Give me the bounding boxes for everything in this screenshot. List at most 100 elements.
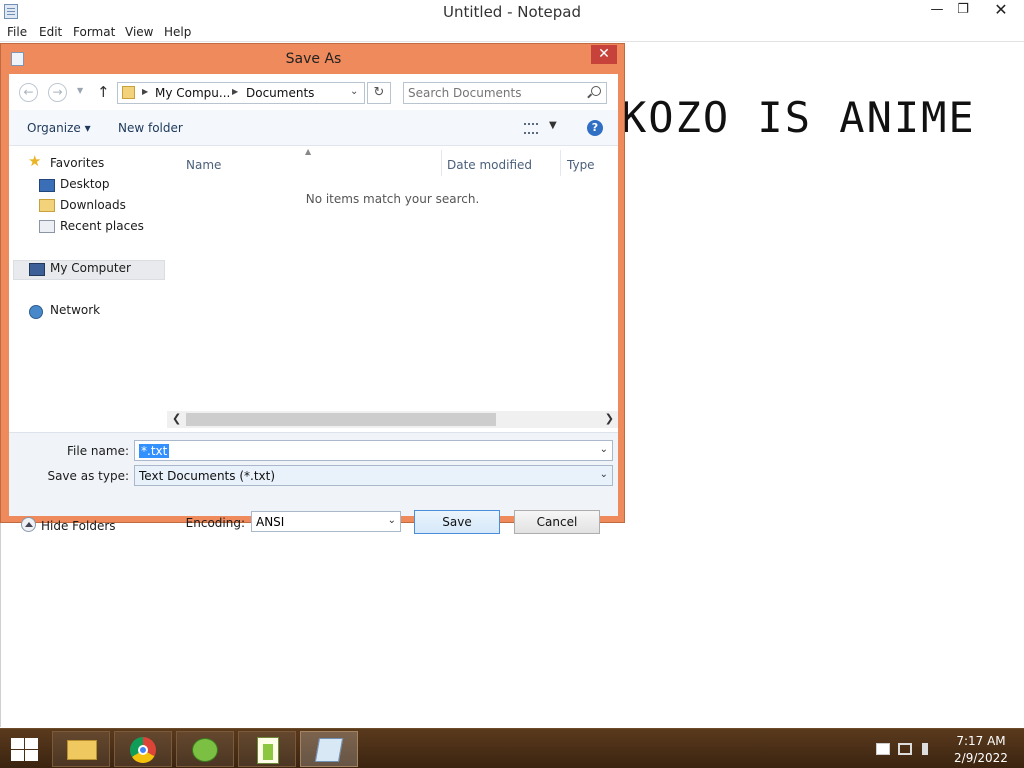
windows-logo-pane [25, 738, 38, 749]
taskbar: 7:17 AM 2/9/2022 [0, 728, 1024, 768]
search-icon[interactable] [591, 86, 601, 96]
forward-button[interactable]: → [48, 83, 67, 102]
hide-folders-button[interactable]: Hide Folders [41, 519, 116, 533]
downloads-folder-icon [39, 199, 55, 212]
nav-downloads[interactable]: Downloads [60, 198, 126, 212]
notepad-icon [314, 738, 344, 762]
menu-view[interactable]: View [125, 25, 153, 39]
save-as-type-value: Text Documents (*.txt) [139, 469, 276, 483]
dialog-title: Save As [285, 51, 342, 67]
volume-muted-icon[interactable] [922, 743, 936, 755]
save-form: File name: *.txt ⌄ Save as type: Text Do… [9, 432, 618, 534]
start-button[interactable] [8, 737, 38, 761]
encoding-value: ANSI [256, 515, 285, 529]
chrome-center-icon [138, 745, 148, 755]
save-as-type-select[interactable]: Text Documents (*.txt) ⌄ [134, 465, 613, 486]
computer-icon [29, 263, 45, 276]
frog-app-icon [192, 738, 218, 762]
scroll-left-icon[interactable]: ❮ [172, 412, 181, 425]
notepad-title-bar: Untitled - Notepad — ❐ ✕ [0, 0, 1024, 23]
horizontal-scrollbar[interactable]: ❮ ❯ [167, 411, 618, 428]
encoding-select[interactable]: ANSI ⌄ [251, 511, 401, 532]
editor-text: KOZO IS ANIME [621, 93, 976, 142]
file-list[interactable]: ▲ Name Date modified Type No items match… [167, 146, 618, 384]
taskbar-frog-app[interactable] [176, 731, 234, 767]
file-name-label: File name: [67, 444, 129, 458]
file-name-field[interactable]: *.txt ⌄ [134, 440, 613, 461]
desktop-icon [39, 179, 55, 192]
nav-recent-places[interactable]: Recent places [60, 219, 144, 233]
menu-bar: File Edit Format View Help [0, 23, 1024, 42]
action-center-flag-icon[interactable] [876, 743, 890, 755]
chevron-down-icon[interactable]: ⌄ [600, 469, 608, 480]
menu-file[interactable]: File [7, 25, 27, 39]
scroll-right-icon[interactable]: ❯ [605, 412, 614, 425]
up-button[interactable]: ↑ [97, 83, 110, 101]
menu-edit[interactable]: Edit [39, 25, 62, 39]
menu-format[interactable]: Format [73, 25, 115, 39]
clock-time[interactable]: 7:17 AM [948, 734, 1014, 748]
close-button[interactable]: ✕ [986, 0, 1016, 22]
scrollbar-thumb[interactable] [186, 413, 496, 426]
save-button[interactable]: Save [414, 510, 500, 534]
restore-button[interactable]: ❐ [948, 0, 978, 22]
navigation-pane: ★ Favorites Desktop Downloads Recent pla… [9, 146, 167, 432]
nav-favorites[interactable]: Favorites [50, 156, 104, 170]
view-dropdown-icon[interactable]: ▼ [549, 120, 557, 131]
taskbar-notepad[interactable] [300, 731, 358, 767]
organize-label: Organize [27, 121, 81, 135]
chevron-down-icon[interactable]: ⌄ [388, 515, 396, 526]
breadcrumb-my-computer[interactable]: My Compu... [155, 86, 230, 100]
refresh-button[interactable]: ↻ [367, 82, 391, 104]
dialog-body: ← → ▼ ↑ ▶ My Compu... ▶ Documents ⌄ ↻ Or… [9, 74, 618, 534]
window-title: Untitled - Notepad [442, 3, 582, 21]
view-options-icon[interactable] [524, 123, 538, 134]
new-folder-button[interactable]: New folder [118, 121, 183, 135]
clock-date[interactable]: 2/9/2022 [948, 751, 1014, 765]
nav-my-computer[interactable]: My Computer [50, 261, 131, 275]
network-tray-icon[interactable] [898, 743, 912, 755]
file-name-value[interactable]: *.txt [139, 444, 170, 458]
hide-folders-icon[interactable] [21, 517, 36, 532]
search-input[interactable] [408, 86, 578, 100]
nav-network[interactable]: Network [50, 303, 100, 317]
recent-locations-dropdown[interactable]: ▼ [77, 86, 83, 95]
save-as-type-label: Save as type: [47, 469, 129, 483]
address-bar[interactable]: ▶ My Compu... ▶ Documents ⌄ [117, 82, 365, 104]
notepad-plus-plus-accent-icon [263, 744, 273, 760]
file-explorer-icon [67, 740, 97, 760]
chevron-down-icon[interactable]: ⌄ [350, 86, 358, 97]
favorites-star-icon: ★ [28, 152, 42, 170]
folder-icon [122, 86, 135, 99]
sort-ascending-icon: ▲ [305, 147, 312, 156]
cancel-button[interactable]: Cancel [514, 510, 600, 534]
column-divider[interactable] [441, 150, 442, 176]
nav-desktop[interactable]: Desktop [60, 177, 110, 191]
taskbar-notepad-plus-plus[interactable] [238, 731, 296, 767]
column-date-modified[interactable]: Date modified [447, 158, 532, 172]
toolbar: Organize ▾ New folder ▼ ? [9, 110, 618, 146]
windows-logo-pane [11, 750, 24, 761]
taskbar-chrome[interactable] [114, 731, 172, 767]
search-box[interactable] [403, 82, 607, 104]
windows-logo-pane [25, 750, 38, 761]
windows-logo-pane [11, 738, 24, 749]
column-name[interactable]: Name [186, 158, 221, 172]
taskbar-file-explorer[interactable] [52, 731, 110, 767]
address-row: ← → ▼ ↑ ▶ My Compu... ▶ Documents ⌄ ↻ [9, 74, 618, 110]
organize-button[interactable]: Organize ▾ [27, 121, 91, 135]
menu-help[interactable]: Help [164, 25, 191, 39]
recent-places-icon [39, 220, 55, 233]
empty-message: No items match your search. [305, 192, 480, 206]
network-icon [29, 305, 43, 319]
column-divider[interactable] [560, 150, 561, 176]
breadcrumb-separator-icon[interactable]: ▶ [232, 87, 238, 96]
dialog-close-button[interactable]: ✕ [591, 45, 617, 64]
breadcrumb-separator-icon[interactable]: ▶ [142, 87, 148, 96]
chevron-down-icon[interactable]: ⌄ [600, 444, 608, 455]
column-type[interactable]: Type [567, 158, 595, 172]
back-button[interactable]: ← [19, 83, 38, 102]
help-icon[interactable]: ? [587, 120, 603, 136]
breadcrumb-documents[interactable]: Documents [246, 86, 314, 100]
encoding-label: Encoding: [185, 516, 245, 530]
